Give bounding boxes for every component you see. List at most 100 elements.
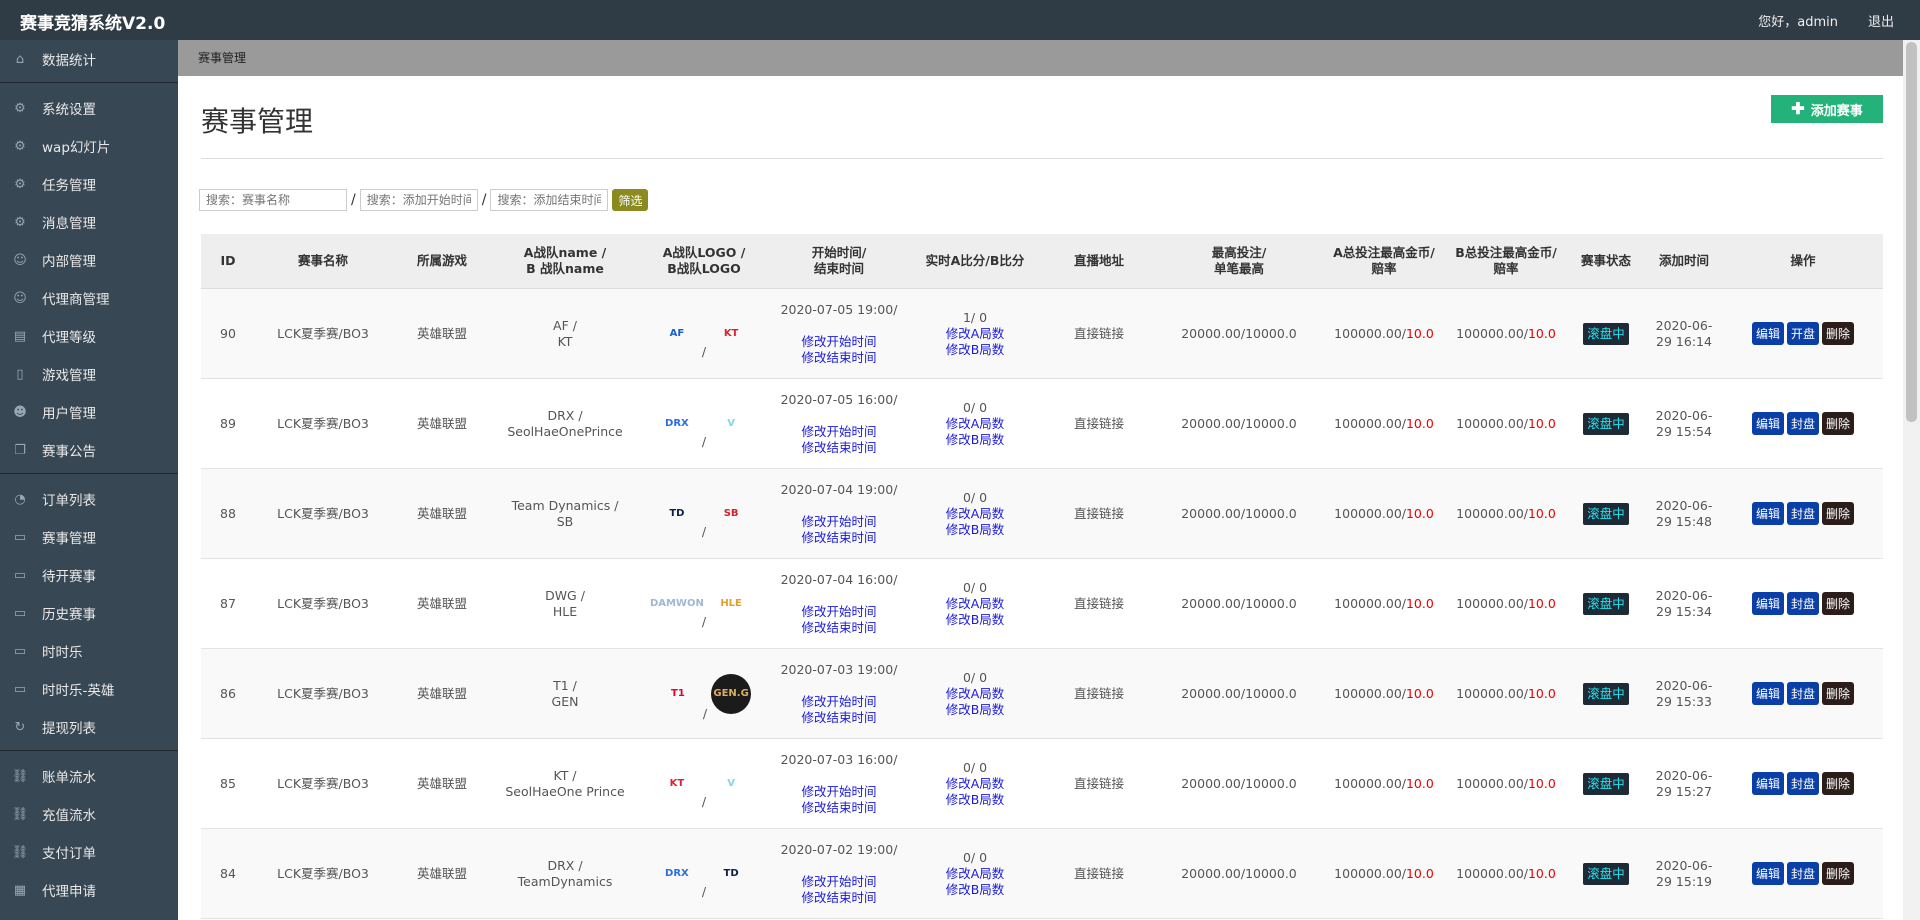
- close-market-button[interactable]: 封盘: [1786, 592, 1819, 615]
- live-link[interactable]: 直接链接: [1074, 506, 1124, 521]
- score-cell: 0/ 0 修改A局数 修改B局数: [907, 648, 1043, 739]
- sidebar-item[interactable]: ⚙ 消息管理: [0, 203, 178, 241]
- close-market-button[interactable]: 封盘: [1786, 412, 1819, 435]
- sidebar-item[interactable]: ⌂ 数据统计: [0, 40, 178, 78]
- live-link[interactable]: 直接链接: [1074, 596, 1124, 611]
- sidebar-item[interactable]: ◔ 订单列表: [0, 480, 178, 518]
- logout-link[interactable]: 退出: [1868, 11, 1894, 30]
- edit-b-score-link[interactable]: 修改B局数: [911, 612, 1039, 628]
- delete-button[interactable]: 删除: [1822, 322, 1855, 345]
- team-a-amount: 100000.00/: [1334, 325, 1406, 341]
- sidebar-item[interactable]: ▭ 时时乐-英雄: [0, 670, 178, 708]
- edit-button[interactable]: 编辑: [1751, 322, 1784, 345]
- edit-a-score-link[interactable]: 修改A局数: [911, 596, 1039, 612]
- edit-start-time-link[interactable]: 修改开始时间: [775, 334, 903, 350]
- team-b-amount: 100000.00/: [1456, 415, 1528, 431]
- match-name-search-input[interactable]: [199, 189, 347, 211]
- sidebar-item[interactable]: ❐ 赛事公告: [0, 431, 178, 469]
- live-link[interactable]: 直接链接: [1074, 416, 1124, 431]
- sidebar-item[interactable]: ⚙ 任务管理: [0, 165, 178, 203]
- edit-b-score-link[interactable]: 修改B局数: [911, 432, 1039, 448]
- edit-b-score-link[interactable]: 修改B局数: [911, 792, 1039, 808]
- edit-start-time-link[interactable]: 修改开始时间: [775, 694, 903, 710]
- edit-b-score-link[interactable]: 修改B局数: [911, 522, 1039, 538]
- close-market-button[interactable]: 封盘: [1786, 862, 1819, 885]
- edit-b-score-link[interactable]: 修改B局数: [911, 342, 1039, 358]
- edit-end-time-link[interactable]: 修改结束时间: [775, 890, 903, 906]
- close-market-button[interactable]: 封盘: [1786, 682, 1819, 705]
- delete-button[interactable]: 删除: [1822, 772, 1855, 795]
- edit-start-time-link[interactable]: 修改开始时间: [775, 514, 903, 530]
- top-bar: 赛事竞猜系统V2.0 您好，admin 退出: [0, 0, 1920, 40]
- edit-button[interactable]: 编辑: [1751, 862, 1784, 885]
- start-time-search-input[interactable]: [359, 189, 478, 211]
- sidebar-item[interactable]: ↻ 提现列表: [0, 708, 178, 746]
- live-link[interactable]: 直接链接: [1074, 866, 1124, 881]
- edit-button[interactable]: 编辑: [1751, 412, 1784, 435]
- sidebar-item[interactable]: ▤ 代理等级: [0, 317, 178, 355]
- sidebar-item[interactable]: ▭ 赛事管理: [0, 518, 178, 556]
- add-match-button[interactable]: ✚ 添加赛事: [1771, 95, 1883, 123]
- sidebar-divider: [0, 82, 178, 83]
- edit-start-time-link[interactable]: 修改开始时间: [775, 424, 903, 440]
- edit-button[interactable]: 编辑: [1751, 592, 1784, 615]
- edit-end-time-link[interactable]: 修改结束时间: [775, 620, 903, 636]
- sidebar-item[interactable]: ▭ 待开赛事: [0, 556, 178, 594]
- sidebar-item[interactable]: □操作日志: [0, 909, 178, 920]
- gear-icon: ⚙: [14, 138, 26, 154]
- edit-button[interactable]: 编辑: [1751, 502, 1784, 525]
- end-time-search-input[interactable]: [490, 189, 609, 211]
- sidebar-item[interactable]: ⛓ 账单流水: [0, 757, 178, 795]
- edit-end-time-link[interactable]: 修改结束时间: [775, 440, 903, 456]
- game-name: 英雄联盟: [391, 738, 493, 829]
- edit-a-score-link[interactable]: 修改A局数: [911, 866, 1039, 882]
- delete-button[interactable]: 删除: [1822, 412, 1855, 435]
- sidebar-item[interactable]: ☺ 内部管理: [0, 241, 178, 279]
- team-a-bet: 100000.00/10.0: [1323, 558, 1445, 649]
- sidebar-item[interactable]: ▭ 历史赛事: [0, 594, 178, 632]
- sidebar-item[interactable]: ▦ 代理申请: [0, 871, 178, 909]
- scrollbar[interactable]: [1903, 40, 1920, 920]
- live-link[interactable]: 直接链接: [1074, 776, 1124, 791]
- sidebar-item[interactable]: ☻ 用户管理: [0, 393, 178, 431]
- delete-button[interactable]: 删除: [1822, 592, 1855, 615]
- sidebar-item-label: 游戏管理: [42, 368, 96, 384]
- edit-start-time-link[interactable]: 修改开始时间: [775, 784, 903, 800]
- edit-end-time-link[interactable]: 修改结束时间: [775, 800, 903, 816]
- edit-start-time-link[interactable]: 修改开始时间: [775, 604, 903, 620]
- edit-b-score-link[interactable]: 修改B局数: [911, 882, 1039, 898]
- live-link[interactable]: 直接链接: [1074, 686, 1124, 701]
- edit-b-score-link[interactable]: 修改B局数: [911, 702, 1039, 718]
- gear-icon: ⚙: [14, 176, 26, 192]
- edit-a-score-link[interactable]: 修改A局数: [911, 326, 1039, 342]
- edit-end-time-link[interactable]: 修改结束时间: [775, 530, 903, 546]
- sidebar-item[interactable]: ⛓ 支付订单: [0, 833, 178, 871]
- sidebar-item[interactable]: ⚙ wap幻灯片: [0, 127, 178, 165]
- sidebar-item[interactable]: ▭ 时时乐: [0, 632, 178, 670]
- sidebar-item[interactable]: ☺ 代理商管理: [0, 279, 178, 317]
- filter-bar: / / 筛选: [199, 189, 649, 211]
- scrollbar-thumb[interactable]: [1906, 42, 1917, 422]
- edit-end-time-link[interactable]: 修改结束时间: [775, 710, 903, 726]
- sidebar-item[interactable]: ⛓ 充值流水: [0, 795, 178, 833]
- edit-start-time-link[interactable]: 修改开始时间: [775, 874, 903, 890]
- edit-button[interactable]: 编辑: [1751, 772, 1784, 795]
- delete-button[interactable]: 删除: [1822, 862, 1855, 885]
- close-market-button[interactable]: 封盘: [1786, 772, 1819, 795]
- open-market-button[interactable]: 开盘: [1786, 322, 1819, 345]
- team-a-amount: 100000.00/: [1334, 595, 1406, 611]
- edit-a-score-link[interactable]: 修改A局数: [911, 506, 1039, 522]
- edit-end-time-link[interactable]: 修改结束时间: [775, 350, 903, 366]
- edit-a-score-link[interactable]: 修改A局数: [911, 686, 1039, 702]
- edit-a-score-link[interactable]: 修改A局数: [911, 776, 1039, 792]
- edit-a-score-link[interactable]: 修改A局数: [911, 416, 1039, 432]
- sidebar-item-label: 赛事管理: [42, 531, 96, 547]
- sidebar-item[interactable]: ▯ 游戏管理: [0, 355, 178, 393]
- delete-button[interactable]: 删除: [1822, 682, 1855, 705]
- edit-button[interactable]: 编辑: [1751, 682, 1784, 705]
- delete-button[interactable]: 删除: [1822, 502, 1855, 525]
- sidebar-item[interactable]: ⚙ 系统设置: [0, 89, 178, 127]
- close-market-button[interactable]: 封盘: [1786, 502, 1819, 525]
- live-link[interactable]: 直接链接: [1074, 326, 1124, 341]
- filter-button[interactable]: 筛选: [612, 189, 649, 211]
